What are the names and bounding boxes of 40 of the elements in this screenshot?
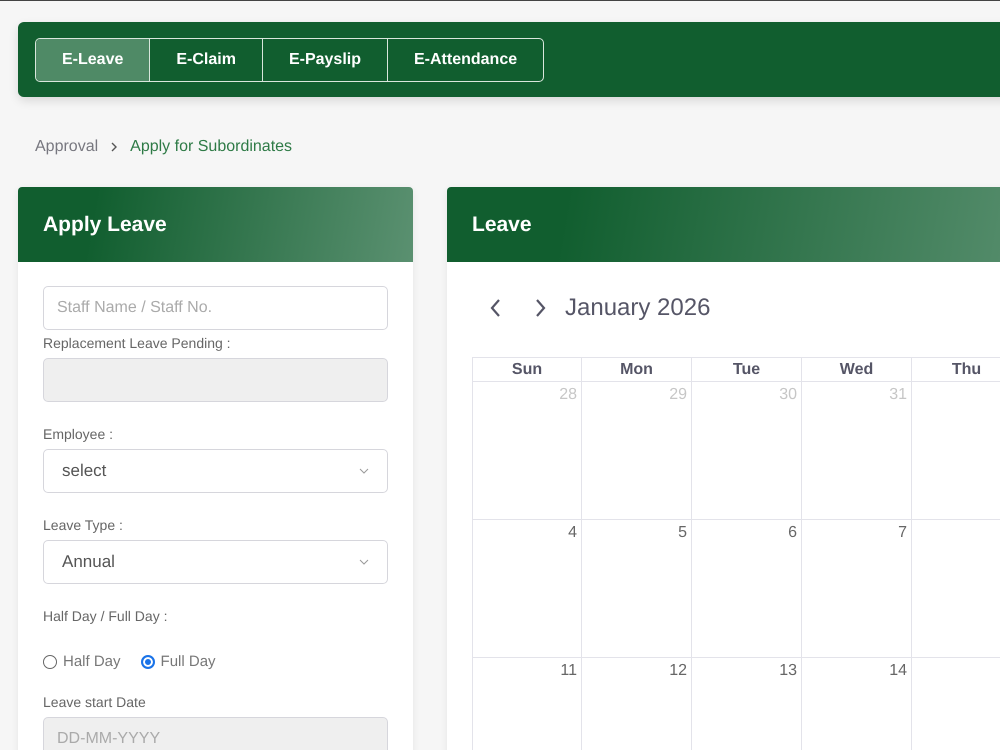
field-label: Leave Type : — [43, 517, 124, 533]
calendar-day[interactable]: 11 — [472, 658, 582, 750]
weekday-header: Tue — [692, 357, 802, 382]
month-title: January 2026 — [565, 294, 710, 322]
calendar-day[interactable]: 14 — [802, 658, 912, 750]
calendar-day[interactable]: 5 — [582, 520, 692, 658]
calendar-day[interactable]: 12 — [582, 658, 692, 750]
chevron-left-icon — [488, 297, 502, 319]
chevron-down-icon — [359, 468, 369, 474]
calendar-day[interactable]: 6 — [692, 520, 802, 658]
breadcrumb-current: Apply for Subordinates — [130, 138, 292, 156]
chevron-right-icon — [110, 142, 118, 152]
field-label: Half Day / Full Day : — [43, 608, 168, 624]
nav-tab[interactable]: E-Payslip — [262, 38, 387, 80]
date-field[interactable]: DD-MM-YYYY — [43, 717, 388, 750]
employee-select[interactable]: select — [43, 449, 388, 493]
chevron-down-icon — [359, 559, 369, 565]
weekday-header: Mon — [582, 357, 692, 382]
field-label: Replacement Leave Pending : — [43, 335, 232, 351]
nav-tab[interactable]: E-Claim — [149, 38, 262, 80]
card-title: Leave — [472, 212, 532, 236]
field-label: Employee : — [43, 426, 114, 442]
breadcrumb-link[interactable]: Approval — [35, 138, 98, 156]
weekday-header: Wed — [802, 357, 912, 382]
weekday-header: Sun — [472, 357, 582, 382]
radio-button[interactable] — [43, 654, 57, 668]
weekday-header: Thu — [912, 357, 1000, 382]
radio-label: Half Day — [63, 653, 121, 670]
radio-label: Full Day — [160, 653, 216, 670]
calendar-day[interactable]: 4 — [472, 520, 582, 658]
staff-search-field[interactable]: Staff Name / Staff No. — [43, 286, 388, 330]
nav-tab[interactable]: E-Attendance — [386, 38, 544, 80]
calendar-day[interactable]: 7 — [802, 520, 912, 658]
radio-button[interactable] — [140, 654, 155, 668]
leave-type-select[interactable]: Annual — [43, 540, 388, 584]
calendar-day[interactable]: 13 — [692, 658, 802, 750]
chevron-right-icon — [534, 297, 548, 319]
nav-tab[interactable]: E-Leave — [36, 38, 150, 80]
card-title: Apply Leave — [43, 212, 167, 236]
field-label: Leave start Date — [43, 694, 147, 710]
